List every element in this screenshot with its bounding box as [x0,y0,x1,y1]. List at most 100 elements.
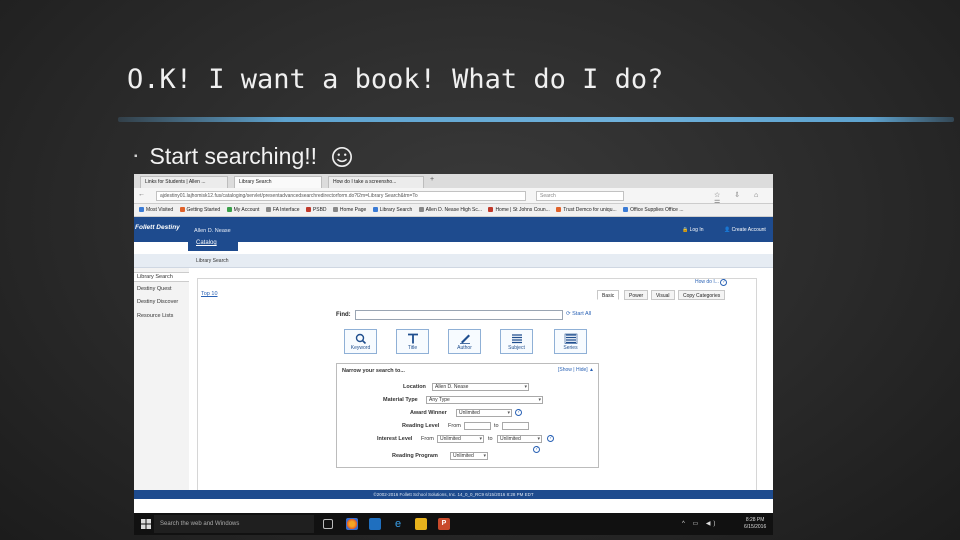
title-search-button[interactable]: Title [396,329,429,354]
button-label: Keyword [350,345,371,351]
system-tray-icons[interactable]: ^ ▭ ◀) [682,520,718,527]
new-tab-icon[interactable]: + [430,176,434,183]
subject-search-button[interactable]: Subject [500,329,533,354]
refresh-icon: ⟳ [566,311,571,317]
browser-tab-bar: Links for Students | Allen ... Library S… [134,174,773,188]
taskbar-search-input[interactable]: Search the web and Windows [154,515,314,533]
slide: O.K! I want a book! What do I do? ▪ Star… [0,0,960,540]
material-type-label: Material Type [383,397,418,403]
help-icon[interactable]: ? [515,409,522,416]
interest-from-label: From [421,436,434,442]
file-explorer-icon[interactable] [415,518,427,530]
browser-tab[interactable]: How do I take a screensho... [328,176,424,188]
bookmark-item[interactable]: PSBD [305,207,327,213]
bookmark-label: My Account [233,207,260,213]
clock-date: 6/15/2016 [744,524,767,530]
find-label: Find: [336,312,351,318]
pen-icon [459,334,470,344]
reading-from-label: From [448,423,461,429]
bookmark-item[interactable]: Trust Demco for uniqu... [556,207,617,213]
tab-power[interactable]: Power [624,290,649,300]
material-type-select[interactable]: Any Type [426,396,543,404]
bookmarks-bar: Most Visited Getting Started My Account … [134,204,773,217]
top-10-link[interactable]: Top 10 [201,291,218,297]
outlook-icon[interactable] [369,518,381,530]
button-label: Subject [508,345,525,351]
login-label: Log In [689,227,704,233]
windows-taskbar: Search the web and Windows e P ^ ▭ ◀) 8:… [134,513,773,535]
destiny-logo: Follett Destiny [135,224,180,231]
interest-to-label: to [488,436,493,442]
reading-level-label: Reading Level [402,423,440,429]
bookmark-item[interactable]: Library Search [372,207,413,213]
sidebar-item-destiny-discover[interactable]: Destiny Discover [137,299,178,305]
tab-catalog[interactable]: Catalog [188,238,238,251]
edge-icon[interactable]: e [392,518,404,530]
slide-title: O.K! I want a book! What do I do? [127,64,664,95]
bookmark-item[interactable]: Home | St Johns Coun... [488,207,550,213]
start-all-button[interactable]: ⟳ Start All [566,311,591,317]
task-view-icon[interactable] [323,519,333,529]
powerpoint-icon[interactable]: P [438,518,450,530]
series-list-icon [564,333,577,344]
bookmark-item[interactable]: Allen D. Nease High Sc... [418,207,483,213]
taskbar-clock[interactable]: 8:28 PM 6/15/2016 [744,517,766,531]
windows-start-icon[interactable] [141,519,151,529]
reading-level-to-input[interactable] [502,422,529,430]
browser-screenshot: Links for Students | Allen ... Library S… [134,174,773,535]
tab-visual[interactable]: Visual [651,290,675,300]
browser-search-input[interactable]: Search [536,191,624,201]
sidebar-item-resource-lists[interactable]: Resource Lists [137,313,173,319]
button-label: Series [563,345,578,351]
reading-program-label: Reading Program [392,453,438,459]
series-search-button[interactable]: Series [554,329,587,354]
reading-to-label: to [494,423,499,429]
browser-tab-active[interactable]: Library Search [234,176,322,188]
reading-level-from-input[interactable] [464,422,491,430]
login-link[interactable]: 🔒 Log In [682,227,704,233]
bookmark-label: PSBD [312,207,327,213]
find-input[interactable] [355,310,563,320]
reading-program-select[interactable]: Unlimited [450,452,488,460]
start-all-label: Start All [572,311,592,317]
bookmark-label: Library Search [379,207,413,213]
how-do-i-link[interactable]: How do I... ? [695,279,728,286]
award-winner-label: Award Winner [410,410,447,416]
author-search-button[interactable]: Author [448,329,481,354]
sidebar-item-destiny-quest[interactable]: Destiny Quest [137,286,172,292]
help-icon[interactable]: ? [533,446,540,453]
back-icon[interactable]: ← [138,191,145,198]
firefox-icon[interactable] [346,518,358,530]
interest-level-from-select[interactable]: Unlimited [437,435,484,443]
bookmark-icon [332,207,338,213]
subnav-library-search[interactable]: Library Search [196,258,229,264]
bullet-text: Start searching!! [149,143,318,169]
destiny-footer: ©2002-2016 Follett School Solutions, Inc… [134,490,773,499]
bookmark-item[interactable]: Office Supplies Office ... [623,207,684,213]
bookmark-item[interactable]: Getting Started [179,207,220,213]
bookmark-label: FA Interface [272,207,300,213]
bookmark-icon [139,207,144,213]
bookmark-icon [623,207,629,213]
title-underline [118,117,954,122]
bookmark-item[interactable]: FA Interface [265,207,300,213]
sidebar-item-library-search[interactable]: Library Search [134,272,189,282]
location-select[interactable]: Allen D. Nease [432,383,529,391]
tab-basic[interactable]: Basic [597,290,620,300]
url-input[interactable]: ajdestiny01.lajhomisk12.fus/cataloging/s… [156,191,526,201]
magnifier-icon [355,333,366,344]
interest-level-to-select[interactable]: Unlimited [497,435,542,443]
browser-tab[interactable]: Links for Students | Allen ... [140,176,228,188]
interest-level-label: Interest Level [377,436,413,442]
bookmark-item[interactable]: Most Visited [139,207,173,213]
keyword-search-button[interactable]: Keyword [344,329,377,354]
show-hide-toggle[interactable]: [Show | Hide] ▲ [558,367,594,373]
button-label: Author [457,345,472,351]
create-account-link[interactable]: 👤 Create Account [724,227,766,233]
bookmark-label: Allen D. Nease High Sc... [425,207,483,213]
award-winner-select[interactable]: Unlimited [456,409,512,417]
bookmark-item[interactable]: Home Page [332,207,366,213]
tab-copy-categories[interactable]: Copy Categories [678,290,726,300]
help-icon[interactable]: ? [547,435,554,442]
bookmark-item[interactable]: My Account [226,207,260,213]
